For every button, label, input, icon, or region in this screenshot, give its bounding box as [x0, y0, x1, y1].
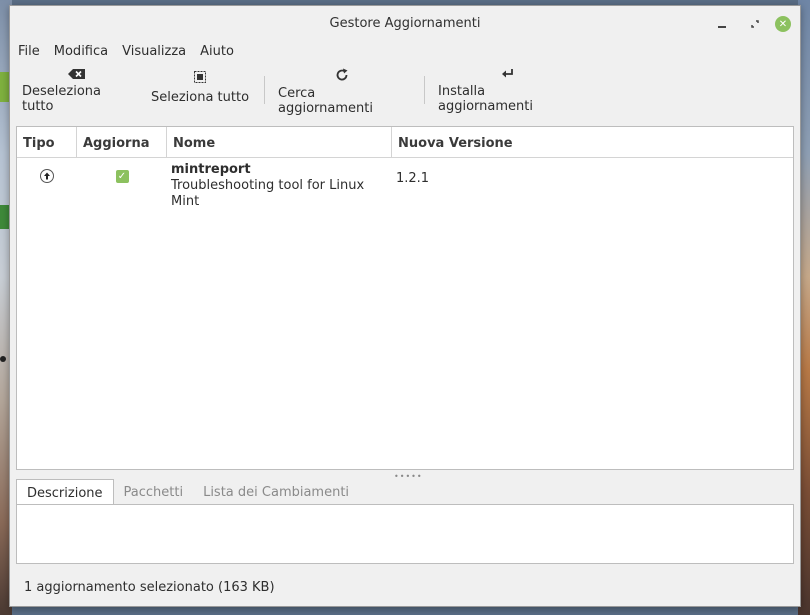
- select-all-icon: [194, 68, 206, 86]
- select-all-label: Seleziona tutto: [150, 90, 250, 105]
- column-header-aggiorna[interactable]: Aggiorna: [77, 127, 167, 157]
- menu-file[interactable]: File: [18, 44, 40, 59]
- deselect-all-button[interactable]: Deseleziona tutto: [22, 68, 132, 114]
- toolbar-separator: [264, 76, 265, 104]
- menubar: File Modifica Visualizza Aiuto: [10, 40, 800, 62]
- version-cell: 1.2.1: [396, 171, 430, 186]
- titlebar[interactable]: Gestore Aggiornamenti ✕: [10, 6, 800, 40]
- check-updates-label: Cerca aggiornamenti: [278, 86, 373, 116]
- updates-list[interactable]: Tipo Aggiorna Nome Nuova Versione ✓ mint…: [16, 126, 794, 470]
- tab-descrizione[interactable]: Descrizione: [16, 479, 114, 505]
- checkmark-icon: ✓: [117, 171, 127, 182]
- refresh-icon: [335, 68, 349, 82]
- details-tabs: Descrizione Pacchetti Lista dei Cambiame…: [16, 479, 359, 505]
- close-button[interactable]: ✕: [775, 16, 791, 32]
- select-all-button[interactable]: Seleziona tutto: [150, 68, 250, 108]
- install-updates-label: Installa aggiornamenti: [438, 84, 533, 114]
- table-row[interactable]: ✓ mintreport Troubleshooting tool for Li…: [17, 158, 793, 209]
- description-panel: [16, 504, 794, 564]
- close-icon: ✕: [778, 18, 788, 30]
- update-cell: ✓: [77, 158, 167, 196]
- maximize-icon: [751, 20, 759, 28]
- type-cell: [17, 158, 77, 196]
- install-updates-button[interactable]: Installa aggiornamenti: [438, 68, 578, 114]
- menu-aiuto[interactable]: Aiuto: [200, 44, 234, 59]
- enter-return-icon: [501, 68, 515, 80]
- window-title: Gestore Aggiornamenti: [329, 16, 481, 31]
- pane-resize-handle[interactable]: •••••: [394, 472, 423, 481]
- minimize-icon: [718, 26, 726, 28]
- maximize-button[interactable]: [747, 16, 763, 32]
- toolbar: Deseleziona tutto Seleziona tutto Cerca …: [10, 62, 800, 116]
- tab-pacchetti[interactable]: Pacchetti: [114, 479, 194, 505]
- update-manager-window: Gestore Aggiornamenti ✕ File Modifica Vi…: [9, 5, 801, 607]
- toolbar-separator: [424, 76, 425, 104]
- menu-modifica[interactable]: Modifica: [54, 44, 108, 59]
- menu-visualizza[interactable]: Visualizza: [122, 44, 186, 59]
- package-description: Troubleshooting tool for Linux Mint: [171, 178, 365, 209]
- status-text: 1 aggiornamento selezionato (163 KB): [24, 580, 275, 595]
- package-name: mintreport: [171, 162, 251, 177]
- deselect-all-label: Deseleziona tutto: [22, 84, 101, 114]
- column-header-nome[interactable]: Nome: [167, 127, 392, 157]
- column-header-nuova-versione[interactable]: Nuova Versione: [392, 127, 793, 157]
- tab-lista-cambiamenti[interactable]: Lista dei Cambiamenti: [193, 479, 359, 505]
- table-header: Tipo Aggiorna Nome Nuova Versione: [17, 127, 793, 158]
- minimize-button[interactable]: [714, 16, 730, 32]
- column-header-tipo[interactable]: Tipo: [17, 127, 77, 157]
- check-updates-button[interactable]: Cerca aggiornamenti: [278, 68, 406, 116]
- backspace-clear-icon: [68, 68, 86, 80]
- update-checkbox[interactable]: ✓: [115, 170, 129, 183]
- name-cell: mintreport Troubleshooting tool for Linu…: [167, 158, 392, 209]
- upgrade-arrow-icon: [40, 169, 54, 183]
